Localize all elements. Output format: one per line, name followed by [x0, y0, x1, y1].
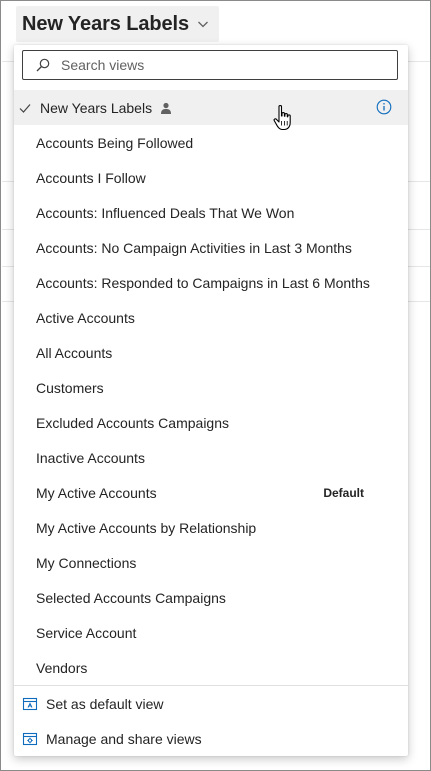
view-item-label: Accounts Being Followed — [36, 134, 194, 151]
view-item-label: Accounts: Responded to Campaigns in Last… — [36, 274, 370, 291]
view-item-service-account[interactable]: Service Account — [14, 615, 408, 650]
view-item-influenced-deals[interactable]: Accounts: Influenced Deals That We Won — [14, 195, 408, 230]
view-item-label: Inactive Accounts — [36, 449, 145, 466]
view-item-inactive-accounts[interactable]: Inactive Accounts — [14, 440, 408, 475]
view-item-label: Customers — [36, 379, 104, 396]
view-item-label: New Years Labels — [40, 99, 153, 116]
person-icon — [161, 102, 172, 114]
view-item-label: All Accounts — [36, 344, 113, 361]
view-item-label: Selected Accounts Campaigns — [36, 589, 226, 606]
hand-pointer-cursor-icon — [273, 104, 291, 131]
view-item-label: My Connections — [36, 554, 137, 571]
set-default-view-button[interactable]: Set as default view — [14, 686, 408, 721]
default-view-icon — [22, 697, 38, 710]
view-item-new-years-labels[interactable]: New Years Labels — [14, 90, 408, 125]
view-item-accounts-being-followed[interactable]: Accounts Being Followed — [14, 125, 408, 160]
view-item-label: Accounts I Follow — [36, 169, 146, 186]
info-icon[interactable] — [376, 99, 392, 115]
view-title: New Years Labels — [22, 12, 190, 35]
manage-share-views-button[interactable]: Manage and share views — [14, 721, 408, 756]
view-item-my-active-accounts-by-relationship[interactable]: My Active Accounts by Relationship — [14, 510, 408, 545]
chevron-down-icon — [198, 21, 208, 28]
view-item-accounts-i-follow[interactable]: Accounts I Follow — [14, 160, 408, 195]
view-item-label: Service Account — [36, 624, 137, 641]
view-item-selected-accounts-campaigns[interactable]: Selected Accounts Campaigns — [14, 580, 408, 615]
view-selector-button[interactable]: New Years Labels — [16, 6, 220, 42]
view-item-label: Accounts: Influenced Deals That We Won — [36, 204, 295, 221]
view-actions: Set as default view Manage and share vie… — [14, 686, 408, 756]
view-item-label: My Active Accounts — [36, 484, 157, 501]
default-badge: Default — [323, 485, 364, 500]
view-item-my-connections[interactable]: My Connections — [14, 545, 408, 580]
view-item-no-campaign-activities[interactable]: Accounts: No Campaign Activities in Last… — [14, 230, 408, 265]
view-item-excluded-accounts-campaigns[interactable]: Excluded Accounts Campaigns — [14, 405, 408, 440]
manage-views-icon — [22, 732, 38, 745]
view-item-vendors[interactable]: Vendors — [14, 650, 408, 685]
search-input[interactable] — [59, 56, 363, 74]
view-item-my-active-accounts[interactable]: My Active Accounts Default — [14, 475, 408, 510]
set-default-view-label: Set as default view — [46, 695, 164, 712]
manage-share-views-label: Manage and share views — [46, 730, 202, 747]
view-item-label: Vendors — [36, 659, 88, 676]
view-dropdown: New Years Labels Accounts Being Followed… — [14, 45, 408, 756]
view-item-label: My Active Accounts by Relationship — [36, 519, 257, 536]
view-item-label: Active Accounts — [36, 309, 135, 326]
checkmark-icon — [19, 103, 31, 113]
search-icon — [36, 58, 50, 72]
view-item-label: Accounts: No Campaign Activities in Last… — [36, 239, 352, 256]
view-list: New Years Labels Accounts Being Followed… — [14, 90, 408, 685]
view-item-active-accounts[interactable]: Active Accounts — [14, 300, 408, 335]
view-item-label: Excluded Accounts Campaigns — [36, 414, 229, 431]
view-item-all-accounts[interactable]: All Accounts — [14, 335, 408, 370]
search-box[interactable] — [22, 50, 398, 80]
view-item-responded-to-campaigns[interactable]: Accounts: Responded to Campaigns in Last… — [14, 265, 408, 300]
view-item-customers[interactable]: Customers — [14, 370, 408, 405]
